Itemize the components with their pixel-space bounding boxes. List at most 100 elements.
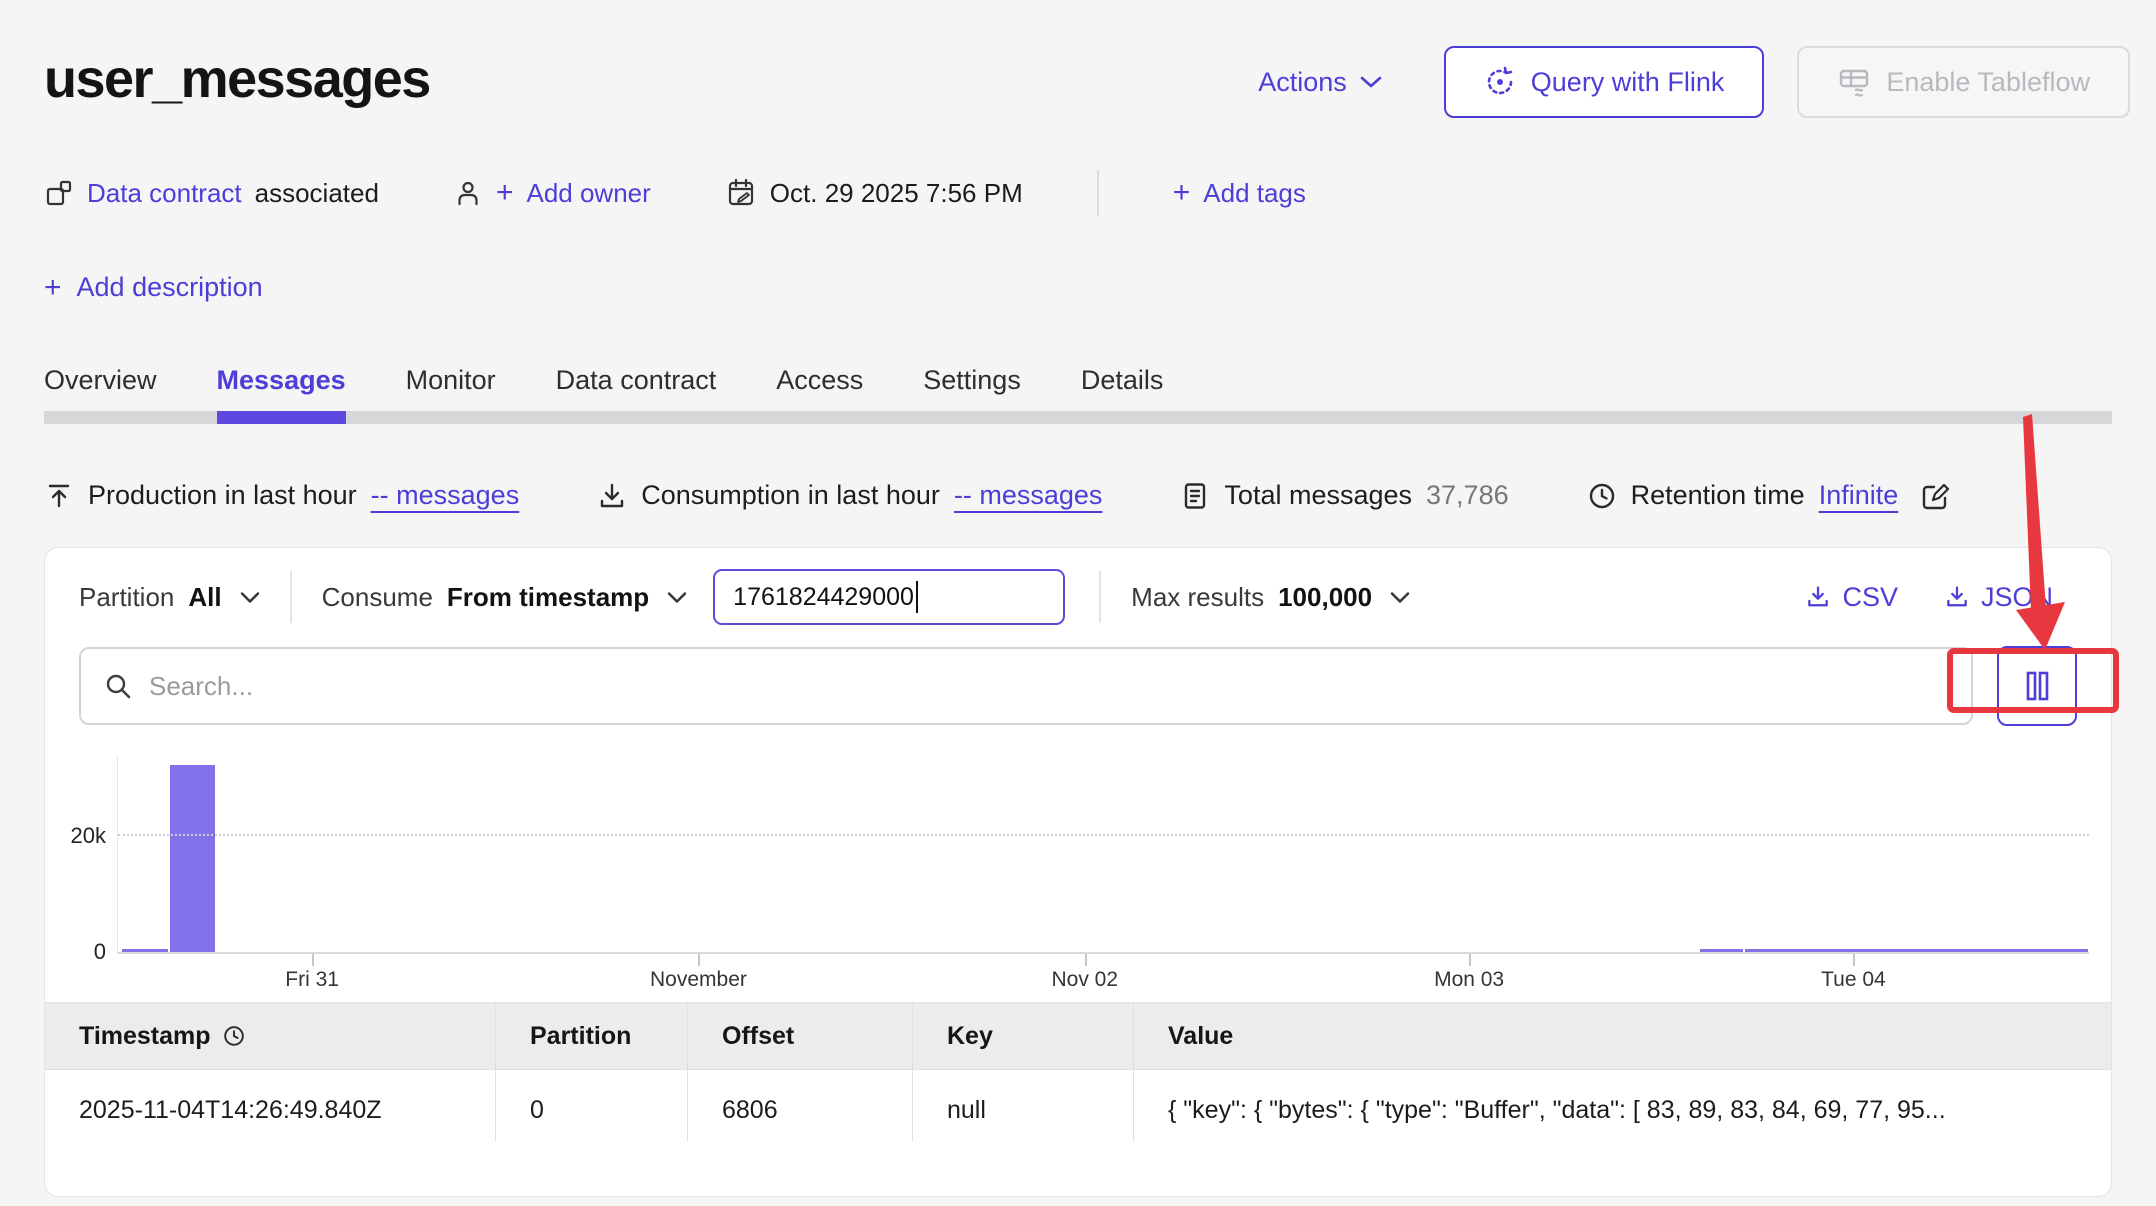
retention-stat: Retention time Infinite	[1587, 480, 1951, 511]
chevron-down-icon	[1360, 75, 1382, 89]
tab-data-contract[interactable]: Data contract	[556, 365, 717, 396]
x-axis-label: Mon 03	[1434, 968, 1504, 992]
created-date: Oct. 29 2025 7:56 PM	[725, 177, 1023, 209]
add-owner[interactable]: + Add owner	[453, 178, 651, 209]
chart-bar	[170, 765, 215, 952]
chart-xticks: Fri 31 November Nov 02 Mon 03 Tue 04	[117, 954, 2089, 1002]
messages-panel: Partition All Consume From timestamp 176…	[44, 547, 2112, 1197]
tab-overview[interactable]: Overview	[44, 365, 157, 396]
cell-key: null	[913, 1070, 1134, 1142]
data-contract-meta: Data contract associated	[44, 178, 379, 209]
column-header-partition[interactable]: Partition	[496, 1003, 688, 1069]
add-description[interactable]: + Add description	[0, 272, 2156, 303]
created-date-value: Oct. 29 2025 7:56 PM	[770, 178, 1023, 209]
tab-settings[interactable]: Settings	[923, 365, 1021, 396]
chart-bar	[1700, 949, 1744, 952]
total-messages-value: 37,786	[1426, 480, 1509, 511]
add-tags[interactable]: + Add tags	[1173, 178, 1306, 209]
topic-meta-row: Data contract associated + Add owner Oct…	[0, 170, 2156, 216]
download-icon	[1805, 584, 1831, 610]
data-contract-link[interactable]: Data contract	[87, 178, 242, 209]
x-axis-tick	[312, 954, 314, 966]
page-title: user_messages	[44, 48, 430, 110]
consume-filter[interactable]: Consume From timestamp	[322, 582, 688, 613]
cell-offset: 6806	[688, 1070, 913, 1142]
timestamp-input[interactable]: 1761824429000	[713, 569, 1065, 625]
document-icon	[1180, 481, 1210, 511]
tabs-track	[44, 411, 2112, 424]
calendar-edit-icon	[725, 177, 757, 209]
tab-monitor[interactable]: Monitor	[406, 365, 496, 396]
consume-value: From timestamp	[447, 582, 649, 613]
flink-query-icon	[1484, 66, 1516, 98]
person-icon	[453, 178, 483, 208]
partition-label: Partition	[79, 582, 174, 613]
page-header: user_messages Actions Query with Flink	[0, 0, 2156, 118]
tab-indicator	[217, 411, 346, 424]
production-stat: Production in last hour -- messages	[44, 480, 519, 511]
x-axis-tick	[1085, 954, 1087, 966]
tab-messages[interactable]: Messages	[217, 365, 346, 396]
production-messages-link[interactable]: -- messages	[371, 480, 520, 511]
actions-label: Actions	[1258, 67, 1347, 98]
data-contract-suffix: associated	[255, 178, 379, 209]
download-icon	[1944, 584, 1970, 610]
max-results-value: 100,000	[1278, 582, 1372, 613]
plus-icon: +	[44, 273, 62, 303]
actions-dropdown[interactable]: Actions	[1258, 67, 1382, 98]
data-contract-icon	[44, 178, 74, 208]
plus-icon: +	[496, 178, 514, 208]
partition-value: All	[188, 582, 221, 613]
max-results-filter[interactable]: Max results 100,000	[1131, 582, 1410, 613]
consumption-messages-link[interactable]: -- messages	[954, 480, 1103, 511]
chevron-down-icon	[667, 591, 687, 604]
y-axis-label: 20k	[71, 823, 106, 849]
add-owner-label: Add owner	[526, 178, 650, 209]
search-row	[45, 646, 2111, 726]
x-axis-label: Tue 04	[1821, 968, 1886, 992]
json-label: JSON	[1981, 582, 2053, 613]
partition-filter[interactable]: Partition All	[79, 582, 260, 613]
header-actions: Actions Query with Flink	[1258, 46, 2130, 118]
x-axis-tick	[1853, 954, 1855, 966]
max-results-label: Max results	[1131, 582, 1264, 613]
chart-bar	[122, 949, 168, 952]
columns-toggle-button[interactable]	[1997, 646, 2077, 726]
stats-row: Production in last hour -- messages Cons…	[0, 480, 2156, 511]
x-axis-label: November	[650, 968, 747, 992]
add-description-label: Add description	[77, 272, 263, 303]
edit-icon[interactable]	[1920, 481, 1950, 511]
clock-icon	[222, 1024, 246, 1048]
timestamp-value: 1761824429000	[733, 583, 914, 612]
column-header-key[interactable]: Key	[913, 1003, 1134, 1069]
columns-icon	[2020, 669, 2054, 703]
query-with-flink-label: Query with Flink	[1531, 67, 1725, 98]
x-axis-label: Fri 31	[285, 968, 339, 992]
download-json-button[interactable]: JSON	[1944, 582, 2053, 613]
chevron-down-icon	[1390, 591, 1410, 604]
meta-divider	[1097, 170, 1099, 216]
download-icon	[597, 481, 627, 511]
retention-value-link[interactable]: Infinite	[1819, 480, 1899, 511]
column-header-timestamp[interactable]: Timestamp	[45, 1003, 496, 1069]
column-header-value[interactable]: Value	[1134, 1003, 2111, 1069]
consume-label: Consume	[322, 582, 433, 613]
filter-divider	[1099, 571, 1101, 623]
messages-table: Timestamp Partition Offset Key Value 202…	[45, 1002, 2111, 1142]
enable-tableflow-button[interactable]: Enable Tableflow	[1797, 46, 2130, 118]
search-input[interactable]	[149, 671, 1949, 702]
column-header-label: Partition	[530, 1022, 631, 1051]
tab-details[interactable]: Details	[1081, 365, 1164, 396]
tab-access[interactable]: Access	[776, 365, 863, 396]
cell-partition: 0	[496, 1070, 688, 1142]
y-axis-label: 0	[94, 939, 106, 965]
x-axis-label: Nov 02	[1051, 968, 1118, 992]
production-label: Production in last hour	[88, 480, 357, 511]
column-header-label: Key	[947, 1022, 993, 1051]
table-row[interactable]: 2025-11-04T14:26:49.840Z 0 6806 null { "…	[45, 1070, 2111, 1142]
query-with-flink-button[interactable]: Query with Flink	[1444, 46, 1765, 118]
consumption-label: Consumption in last hour	[641, 480, 940, 511]
column-header-offset[interactable]: Offset	[688, 1003, 913, 1069]
download-csv-button[interactable]: CSV	[1805, 582, 1898, 613]
messages-histogram: 20k0 Fri 31NovemberNov 02Mon 03Tue 04	[117, 756, 2089, 1002]
